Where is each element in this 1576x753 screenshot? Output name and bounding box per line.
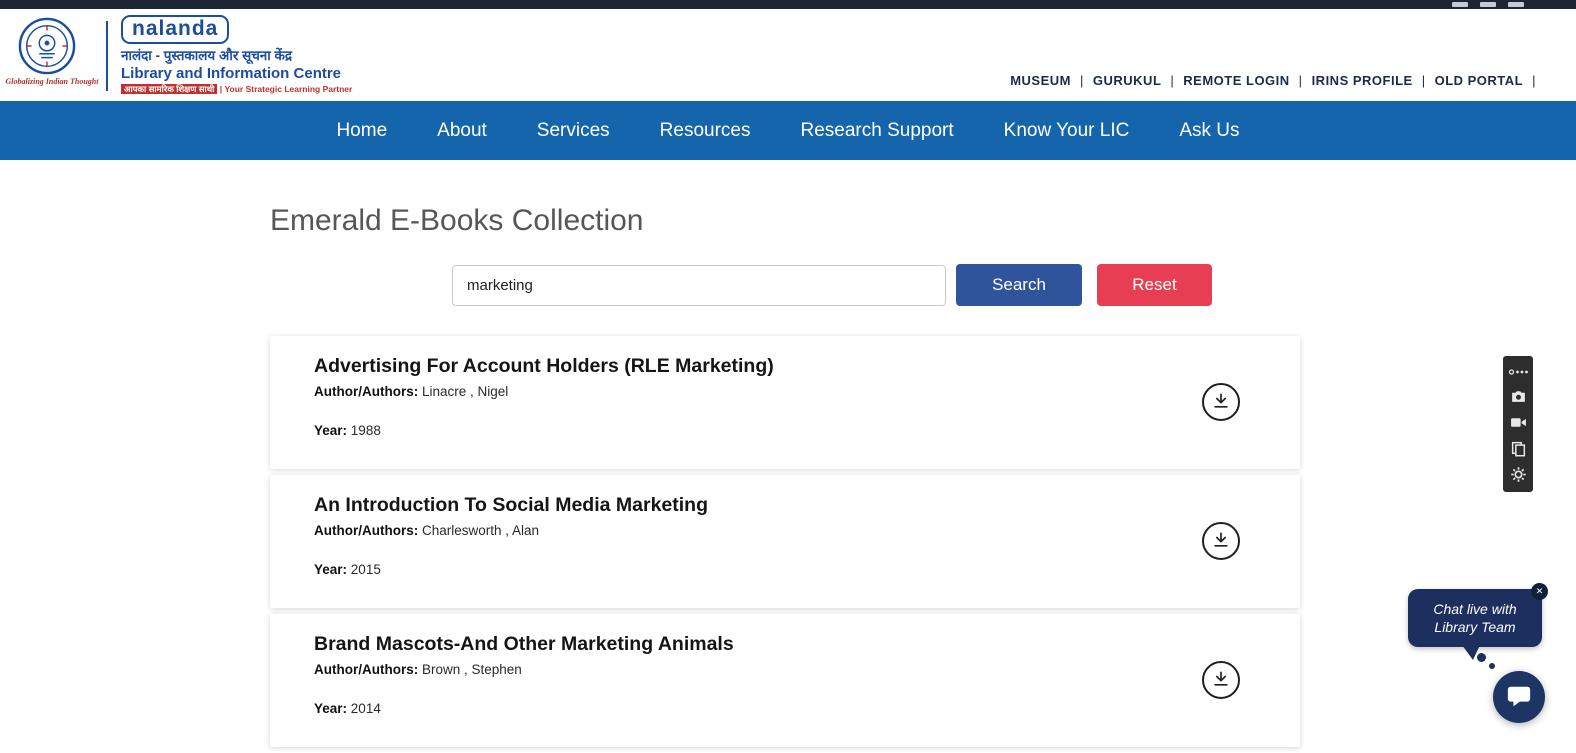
search-input[interactable] xyxy=(452,265,946,306)
link-separator: | xyxy=(1299,73,1303,88)
header-divider xyxy=(106,21,108,91)
screen-record-button[interactable] xyxy=(1507,414,1529,434)
chat-launcher-button[interactable] xyxy=(1493,671,1545,723)
author-label: Author/Authors: xyxy=(314,662,418,677)
chat-invite-bubble[interactable]: Chat live with Library Team xyxy=(1408,589,1542,647)
download-button[interactable] xyxy=(1202,522,1240,560)
brand-tagline-en: | Your Strategic Learning Partner xyxy=(220,84,353,94)
book-author: Brown , Stephen xyxy=(422,662,522,677)
main-navigation: Home About Services Resources Research S… xyxy=(0,101,1576,160)
book-title: Brand Mascots-And Other Marketing Animal… xyxy=(314,633,1180,656)
year-label: Year: xyxy=(314,423,347,438)
book-author-row: Author/Authors: Linacre , Nigel xyxy=(314,384,1180,399)
header-quick-links: MUSEUM | GURUKUL | REMOTE LOGIN | IRINS … xyxy=(1010,73,1536,88)
link-remote-login[interactable]: REMOTE LOGIN xyxy=(1183,73,1289,88)
download-button[interactable] xyxy=(1202,383,1240,421)
brand-name: Library and Information Centre xyxy=(121,65,352,82)
nav-item-services[interactable]: Services xyxy=(537,120,610,142)
chat-invite-line1: Chat live with xyxy=(1433,600,1516,618)
results-list: Advertising For Account Holders (RLE Mar… xyxy=(270,336,1300,747)
link-separator: | xyxy=(1170,73,1174,88)
topbar-icon[interactable] xyxy=(1452,2,1468,7)
book-year: 2014 xyxy=(351,701,381,716)
download-icon xyxy=(1211,391,1231,414)
result-card: Advertising For Account Holders (RLE Mar… xyxy=(270,336,1300,469)
brand-wordmark: nalanda xyxy=(121,15,229,44)
link-old-portal[interactable]: OLD PORTAL xyxy=(1435,73,1524,88)
year-label: Year: xyxy=(314,562,347,577)
nav-item-resources[interactable]: Resources xyxy=(660,120,751,142)
nav-item-about[interactable]: About xyxy=(437,120,487,142)
brand-hindi-line: नालंदा - पुस्तकालय और सूचना केंद्र xyxy=(121,46,352,64)
link-museum[interactable]: MUSEUM xyxy=(1010,73,1071,88)
chat-close-button[interactable]: ✕ xyxy=(1531,583,1548,600)
nav-item-know-your-lic[interactable]: Know Your LIC xyxy=(1004,120,1130,142)
capture-widget-toolbar xyxy=(1503,356,1533,492)
book-year: 2015 xyxy=(351,562,381,577)
book-title: Advertising For Account Holders (RLE Mar… xyxy=(314,355,1180,378)
chat-bubble-dot xyxy=(1477,653,1486,662)
topbar-icon[interactable] xyxy=(1508,2,1524,7)
page-title: Emerald E-Books Collection xyxy=(270,204,1300,238)
nav-item-research-support[interactable]: Research Support xyxy=(800,120,953,142)
copy-pages-button[interactable] xyxy=(1507,440,1529,460)
book-title: An Introduction To Social Media Marketin… xyxy=(314,494,1180,517)
browser-topbar xyxy=(0,0,1576,9)
brand-tagline: आपका सामरिक शिक्षण साथी | Your Strategic… xyxy=(121,84,352,95)
search-bar: Search Reset xyxy=(270,264,1300,306)
copy-icon xyxy=(1510,440,1527,460)
book-author-row: Author/Authors: Charlesworth , Alan xyxy=(314,523,1180,538)
download-icon xyxy=(1211,530,1231,553)
author-label: Author/Authors: xyxy=(314,523,418,538)
link-gurukul[interactable]: GURUKUL xyxy=(1093,73,1162,88)
result-card: An Introduction To Social Media Marketin… xyxy=(270,475,1300,608)
nav-item-ask-us[interactable]: Ask Us xyxy=(1179,120,1239,142)
reset-button[interactable]: Reset xyxy=(1097,264,1212,306)
link-separator: | xyxy=(1532,73,1536,88)
main-content: Emerald E-Books Collection Search Reset … xyxy=(270,160,1300,753)
topbar-icon[interactable] xyxy=(1480,2,1496,7)
screenshot-button[interactable] xyxy=(1507,388,1529,408)
result-card: Brand Mascots-And Other Marketing Animal… xyxy=(270,614,1300,747)
link-irins-profile[interactable]: IRINS PROFILE xyxy=(1312,73,1413,88)
download-button[interactable] xyxy=(1202,661,1240,699)
gear-icon xyxy=(1510,466,1527,486)
year-label: Year: xyxy=(314,701,347,716)
brand-tagline-hindi: आपका सामरिक शिक्षण साथी xyxy=(121,84,217,94)
institute-seal-logo xyxy=(18,17,76,75)
book-year-row: Year: 2015 xyxy=(314,562,1180,577)
chat-invite-line2: Library Team xyxy=(1434,618,1515,636)
more-icon xyxy=(1508,365,1528,380)
more-options-button[interactable] xyxy=(1507,362,1529,382)
camera-icon xyxy=(1510,388,1527,408)
nav-item-home[interactable]: Home xyxy=(336,120,387,142)
close-icon: ✕ xyxy=(1536,586,1544,596)
author-label: Author/Authors: xyxy=(314,384,418,399)
book-author: Linacre , Nigel xyxy=(422,384,508,399)
link-separator: | xyxy=(1422,73,1426,88)
site-header: Globalizing Indian Thought nalanda नालंद… xyxy=(0,9,1576,101)
book-year-row: Year: 2014 xyxy=(314,701,1180,716)
book-author-row: Author/Authors: Brown , Stephen xyxy=(314,662,1180,677)
video-camera-icon xyxy=(1510,414,1527,434)
widget-settings-button[interactable] xyxy=(1507,466,1529,486)
download-icon xyxy=(1211,669,1231,692)
library-brand: nalanda नालंदा - पुस्तकालय और सूचना केंद… xyxy=(121,15,352,95)
chat-bubble-dot xyxy=(1489,663,1495,669)
chat-icon xyxy=(1506,683,1532,712)
seal-caption: Globalizing Indian Thought xyxy=(4,77,100,86)
book-author: Charlesworth , Alan xyxy=(422,523,539,538)
link-separator: | xyxy=(1080,73,1084,88)
book-year-row: Year: 1988 xyxy=(314,423,1180,438)
search-button[interactable]: Search xyxy=(956,264,1082,306)
book-year: 1988 xyxy=(351,423,381,438)
